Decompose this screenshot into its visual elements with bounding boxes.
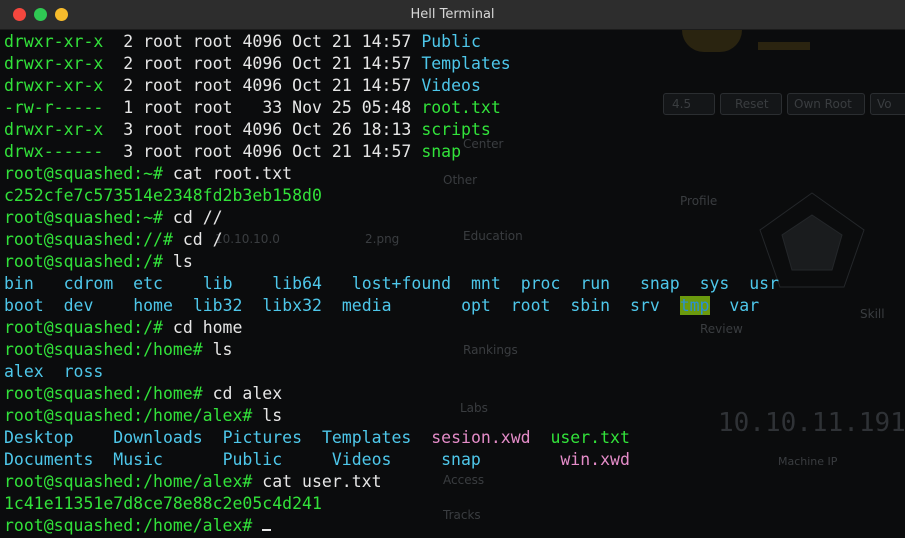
listing-row-2: drwxr-xr-x 2 root root 4096 Oct 21 14:57… [4, 76, 481, 95]
shell-prompt: root@squashed:/home# [4, 384, 203, 403]
active-command-line[interactable]: root@squashed:/home/alex# [4, 515, 904, 537]
command-line: root@squashed:/# cd home [4, 317, 904, 339]
command-line: root@squashed:/home/alex# cat user.txt [4, 471, 904, 493]
shell-prompt: root@squashed:/home# [4, 340, 203, 359]
listing-row-5: drwx------ 3 root root 4096 Oct 21 14:57… [4, 142, 462, 161]
terminal-output[interactable]: drwxr-xr-x 2 root root 4096 Oct 21 14:57… [4, 31, 904, 537]
window-titlebar[interactable]: Hell Terminal [0, 0, 905, 30]
command-line: root@squashed:~# cat root.txt [4, 163, 904, 185]
listing-row-0: drwxr-xr-x 2 root root 4096 Oct 21 14:57… [4, 32, 481, 51]
shell-command: ls [262, 406, 283, 425]
shell-prompt: root@squashed:/home/alex# [4, 516, 253, 535]
alex-listing-row-1: Desktop Downloads Pictures Templates ses… [4, 428, 630, 447]
shell-prompt: root@squashed:/home/alex# [4, 472, 253, 491]
tmp-dir-highlight: tmp [679, 296, 710, 315]
command-line: root@squashed:/home# ls [4, 339, 904, 361]
shell-prompt: root@squashed:/# [4, 318, 163, 337]
shell-prompt: root@squashed:/home/alex# [4, 406, 253, 425]
home-listing: alex ross [4, 362, 104, 381]
root-flag-output: c252cfe7c573514e2348fd2b3eb158d0 [4, 186, 322, 205]
command-line: root@squashed:~# cd // [4, 207, 904, 229]
command-line: root@squashed://# cd / [4, 229, 904, 251]
shell-command: cd home [172, 318, 243, 337]
shell-command: ls [212, 340, 233, 359]
shell-prompt: root@squashed:~# [4, 208, 163, 227]
shell-command: cd / [182, 230, 223, 249]
window-title: Hell Terminal [410, 7, 495, 22]
alex-listing-row-2: Documents Music Public Videos snap win.x… [4, 450, 630, 469]
listing-row-3: -rw-r----- 1 root root 33 Nov 25 05:48 r… [4, 98, 501, 117]
shell-prompt: root@squashed:~# [4, 164, 163, 183]
listing-row-1: drwxr-xr-x 2 root root 4096 Oct 21 14:57… [4, 54, 511, 73]
command-line: root@squashed:/# ls [4, 251, 904, 273]
user-flag-output: 1c41e11351e7d8ce78e88c2e05c4d241 [4, 494, 322, 513]
root-dir-listing-row-1: bin cdrom etc lib lib64 lost+found mnt p… [4, 274, 780, 293]
shell-prompt: root@squashed:/# [4, 252, 163, 271]
command-line: root@squashed:/home/alex# ls [4, 405, 904, 427]
shell-command: ls [172, 252, 193, 271]
shell-prompt: root@squashed://# [4, 230, 173, 249]
shell-command: cd alex [212, 384, 283, 403]
shell-command: cat user.txt [262, 472, 382, 491]
shell-command: cat root.txt [172, 164, 293, 183]
shell-command: cd // [172, 208, 223, 227]
command-line: root@squashed:/home# cd alex [4, 383, 904, 405]
listing-row-4: drwxr-xr-x 3 root root 4096 Oct 26 18:13… [4, 120, 491, 139]
text-cursor [262, 529, 272, 531]
root-dir-listing-row-2: boot dev home lib32 libx32 media opt roo… [4, 296, 760, 315]
